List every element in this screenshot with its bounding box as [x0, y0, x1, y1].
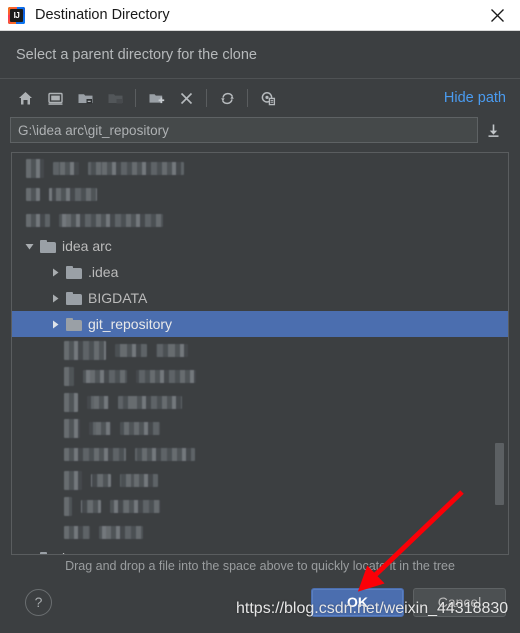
redaction-block — [26, 187, 40, 201]
redaction-block — [64, 366, 74, 386]
destination-directory-dialog: IJ Destination Directory Select a parent… — [0, 0, 520, 633]
chevron-right-icon[interactable] — [24, 553, 35, 555]
module-folder-icon — [100, 84, 130, 112]
chevron-right-icon[interactable] — [50, 319, 61, 330]
ok-button[interactable]: OK — [311, 587, 404, 617]
window-title: Destination Directory — [35, 7, 170, 23]
redaction-block — [49, 187, 97, 201]
desktop-icon[interactable] — [40, 84, 70, 112]
redaction-block — [64, 418, 80, 438]
refresh-icon[interactable] — [212, 84, 242, 112]
redaction-block — [59, 213, 163, 227]
redaction-block — [64, 392, 78, 412]
tree-row-redacted[interactable] — [12, 207, 508, 233]
tree-row-redacted[interactable] — [12, 363, 508, 389]
tree-scrollbar-thumb[interactable] — [495, 443, 504, 505]
path-input[interactable] — [10, 117, 478, 143]
chevron-down-icon[interactable] — [24, 241, 35, 252]
new-folder-icon[interactable] — [141, 84, 171, 112]
folder-icon — [66, 291, 82, 305]
redaction-block — [87, 395, 109, 409]
drag-drop-hint: Drag and drop a file into the space abov… — [65, 559, 455, 573]
redaction-block — [26, 213, 50, 227]
intellij-idea-logo-icon: IJ — [8, 6, 25, 24]
chevron-right-icon[interactable] — [50, 293, 61, 304]
file-chooser-toolbar: Hide path — [0, 79, 520, 117]
tree-row-redacted[interactable] — [12, 155, 508, 181]
chevron-right-icon[interactable] — [50, 267, 61, 278]
tree-row[interactable]: .idea — [12, 259, 508, 285]
tree-row[interactable]: BIGDATA — [12, 285, 508, 311]
redaction-block — [64, 447, 126, 461]
tree-row-redacted[interactable] — [12, 389, 508, 415]
redaction-block — [120, 421, 160, 435]
redaction-block — [99, 525, 143, 539]
tree-row-redacted[interactable] — [12, 181, 508, 207]
tree-row-label: jars — [62, 551, 85, 554]
tree-row[interactable]: idea arc — [12, 233, 508, 259]
redaction-block — [89, 421, 111, 435]
redaction-block — [53, 161, 79, 175]
redaction-block — [81, 499, 101, 513]
close-icon[interactable] — [474, 0, 520, 31]
tree-row-label: idea arc — [62, 238, 112, 254]
redaction-block — [110, 499, 160, 513]
hide-path-link[interactable]: Hide path — [444, 90, 508, 106]
window-titlebar: IJ Destination Directory — [0, 0, 520, 31]
help-icon[interactable]: ? — [25, 588, 52, 616]
tree-scrollbar[interactable] — [494, 155, 506, 552]
redaction-block — [118, 395, 182, 409]
path-field-row — [0, 117, 520, 143]
folder-icon — [40, 551, 56, 554]
tree-row[interactable]: git_repository — [12, 311, 508, 337]
prompt-label: Select a parent directory for the clone — [16, 46, 257, 63]
tree-row-redacted[interactable] — [12, 337, 508, 363]
tree-row-redacted[interactable] — [12, 493, 508, 519]
redaction-block — [156, 343, 188, 357]
redaction-block — [135, 447, 195, 461]
redaction-block — [91, 473, 111, 487]
tree-row-label: git_repository — [88, 316, 173, 332]
delete-icon[interactable] — [171, 84, 201, 112]
redaction-block — [88, 161, 184, 175]
redaction-block — [64, 470, 82, 490]
show-hidden-files-icon[interactable] — [253, 84, 283, 112]
folder-icon — [66, 317, 82, 331]
redaction-block — [26, 158, 44, 178]
redaction-block — [120, 473, 158, 487]
redaction-block — [64, 496, 72, 516]
action-buttons: OK Cancel — [311, 587, 506, 617]
redaction-block — [64, 525, 90, 539]
directory-tree[interactable]: idea arc .idea BIGDATA git_repositoryjars — [11, 152, 509, 555]
project-folder-icon[interactable] — [70, 84, 100, 112]
redaction-block — [136, 369, 196, 383]
dialog-prompt-bar: Select a parent directory for the clone — [0, 31, 520, 79]
redaction-block — [83, 369, 127, 383]
cancel-button[interactable]: Cancel — [413, 587, 506, 617]
tree-row-redacted[interactable] — [12, 467, 508, 493]
redaction-block — [115, 343, 147, 357]
download-arrow-icon[interactable] — [478, 117, 508, 143]
tree-row-redacted[interactable] — [12, 415, 508, 441]
folder-icon — [66, 265, 82, 279]
tree-row-label: .idea — [88, 264, 119, 280]
tree-row[interactable]: jars — [12, 545, 508, 555]
redaction-block — [64, 340, 106, 360]
tree-row-redacted[interactable] — [12, 519, 508, 545]
dialog-button-bar: ? OK Cancel — [0, 577, 520, 633]
tree-row-redacted[interactable] — [12, 441, 508, 467]
home-icon[interactable] — [10, 84, 40, 112]
toolbar-separator — [206, 89, 207, 107]
folder-icon — [40, 239, 56, 253]
toolbar-separator — [247, 89, 248, 107]
tree-row-label: BIGDATA — [88, 290, 148, 306]
toolbar-separator — [135, 89, 136, 107]
